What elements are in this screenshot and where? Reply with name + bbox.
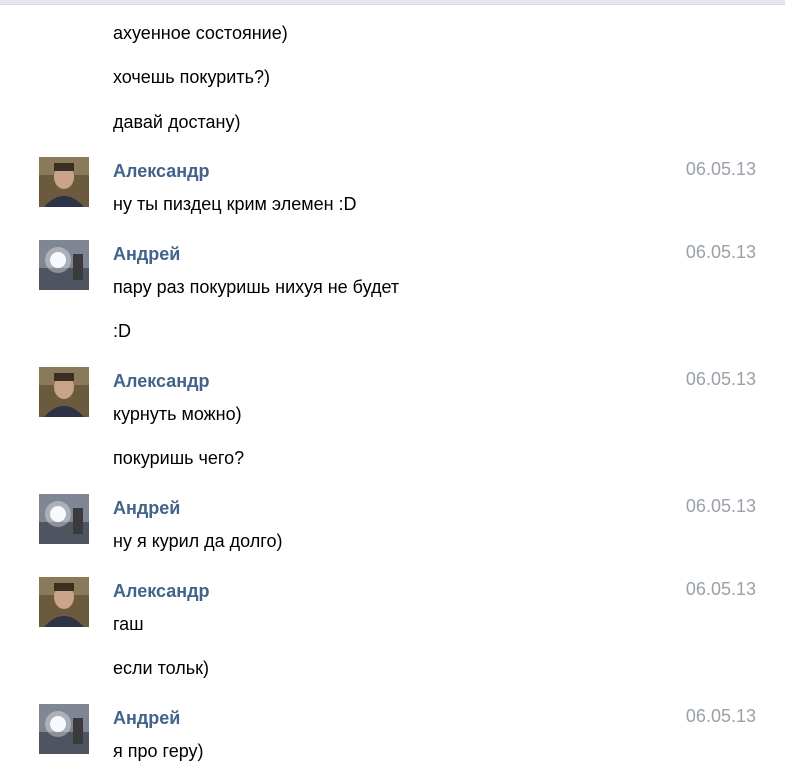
- message-text: покуришь чего?: [113, 448, 245, 468]
- author-name[interactable]: Андрей: [113, 497, 180, 519]
- message-text: ахуенное состояние): [113, 23, 288, 43]
- message-date: 06.05.13: [685, 579, 756, 599]
- message-text: давай достану): [113, 112, 241, 132]
- message-date: 06.05.13: [685, 706, 756, 726]
- avatar-alexander[interactable]: [39, 157, 89, 207]
- avatar-andrey[interactable]: [39, 494, 89, 544]
- avatar-andrey[interactable]: [39, 240, 89, 290]
- author-name[interactable]: Александр: [113, 370, 210, 392]
- message-text: ну я курил да долго): [113, 531, 283, 551]
- message-date: 06.05.13: [685, 242, 756, 262]
- author-name[interactable]: Александр: [113, 160, 210, 182]
- author-name[interactable]: Александр: [113, 580, 210, 602]
- avatar-alexander[interactable]: [39, 367, 89, 417]
- message-text: если тольк): [113, 658, 209, 678]
- message-date: 06.05.13: [685, 159, 756, 179]
- avatar-andrey[interactable]: [39, 704, 89, 754]
- author-name[interactable]: Андрей: [113, 243, 180, 265]
- message-date: 06.05.13: [685, 369, 756, 389]
- message-date: 06.05.13: [685, 496, 756, 516]
- top-border: [0, 0, 785, 5]
- message-text: пару раз покуришь нихуя не будет: [113, 277, 400, 297]
- message-text: хочешь покурить?): [113, 67, 270, 87]
- author-name[interactable]: Андрей: [113, 707, 180, 729]
- message-text: ну ты пиздец крим элемен :D: [113, 194, 357, 214]
- message-text: :D: [113, 321, 131, 341]
- message-text: я про геру): [113, 741, 204, 761]
- message-text: курнуть можно): [113, 404, 242, 424]
- message-text: гаш: [113, 614, 144, 634]
- avatar-alexander[interactable]: [39, 577, 89, 627]
